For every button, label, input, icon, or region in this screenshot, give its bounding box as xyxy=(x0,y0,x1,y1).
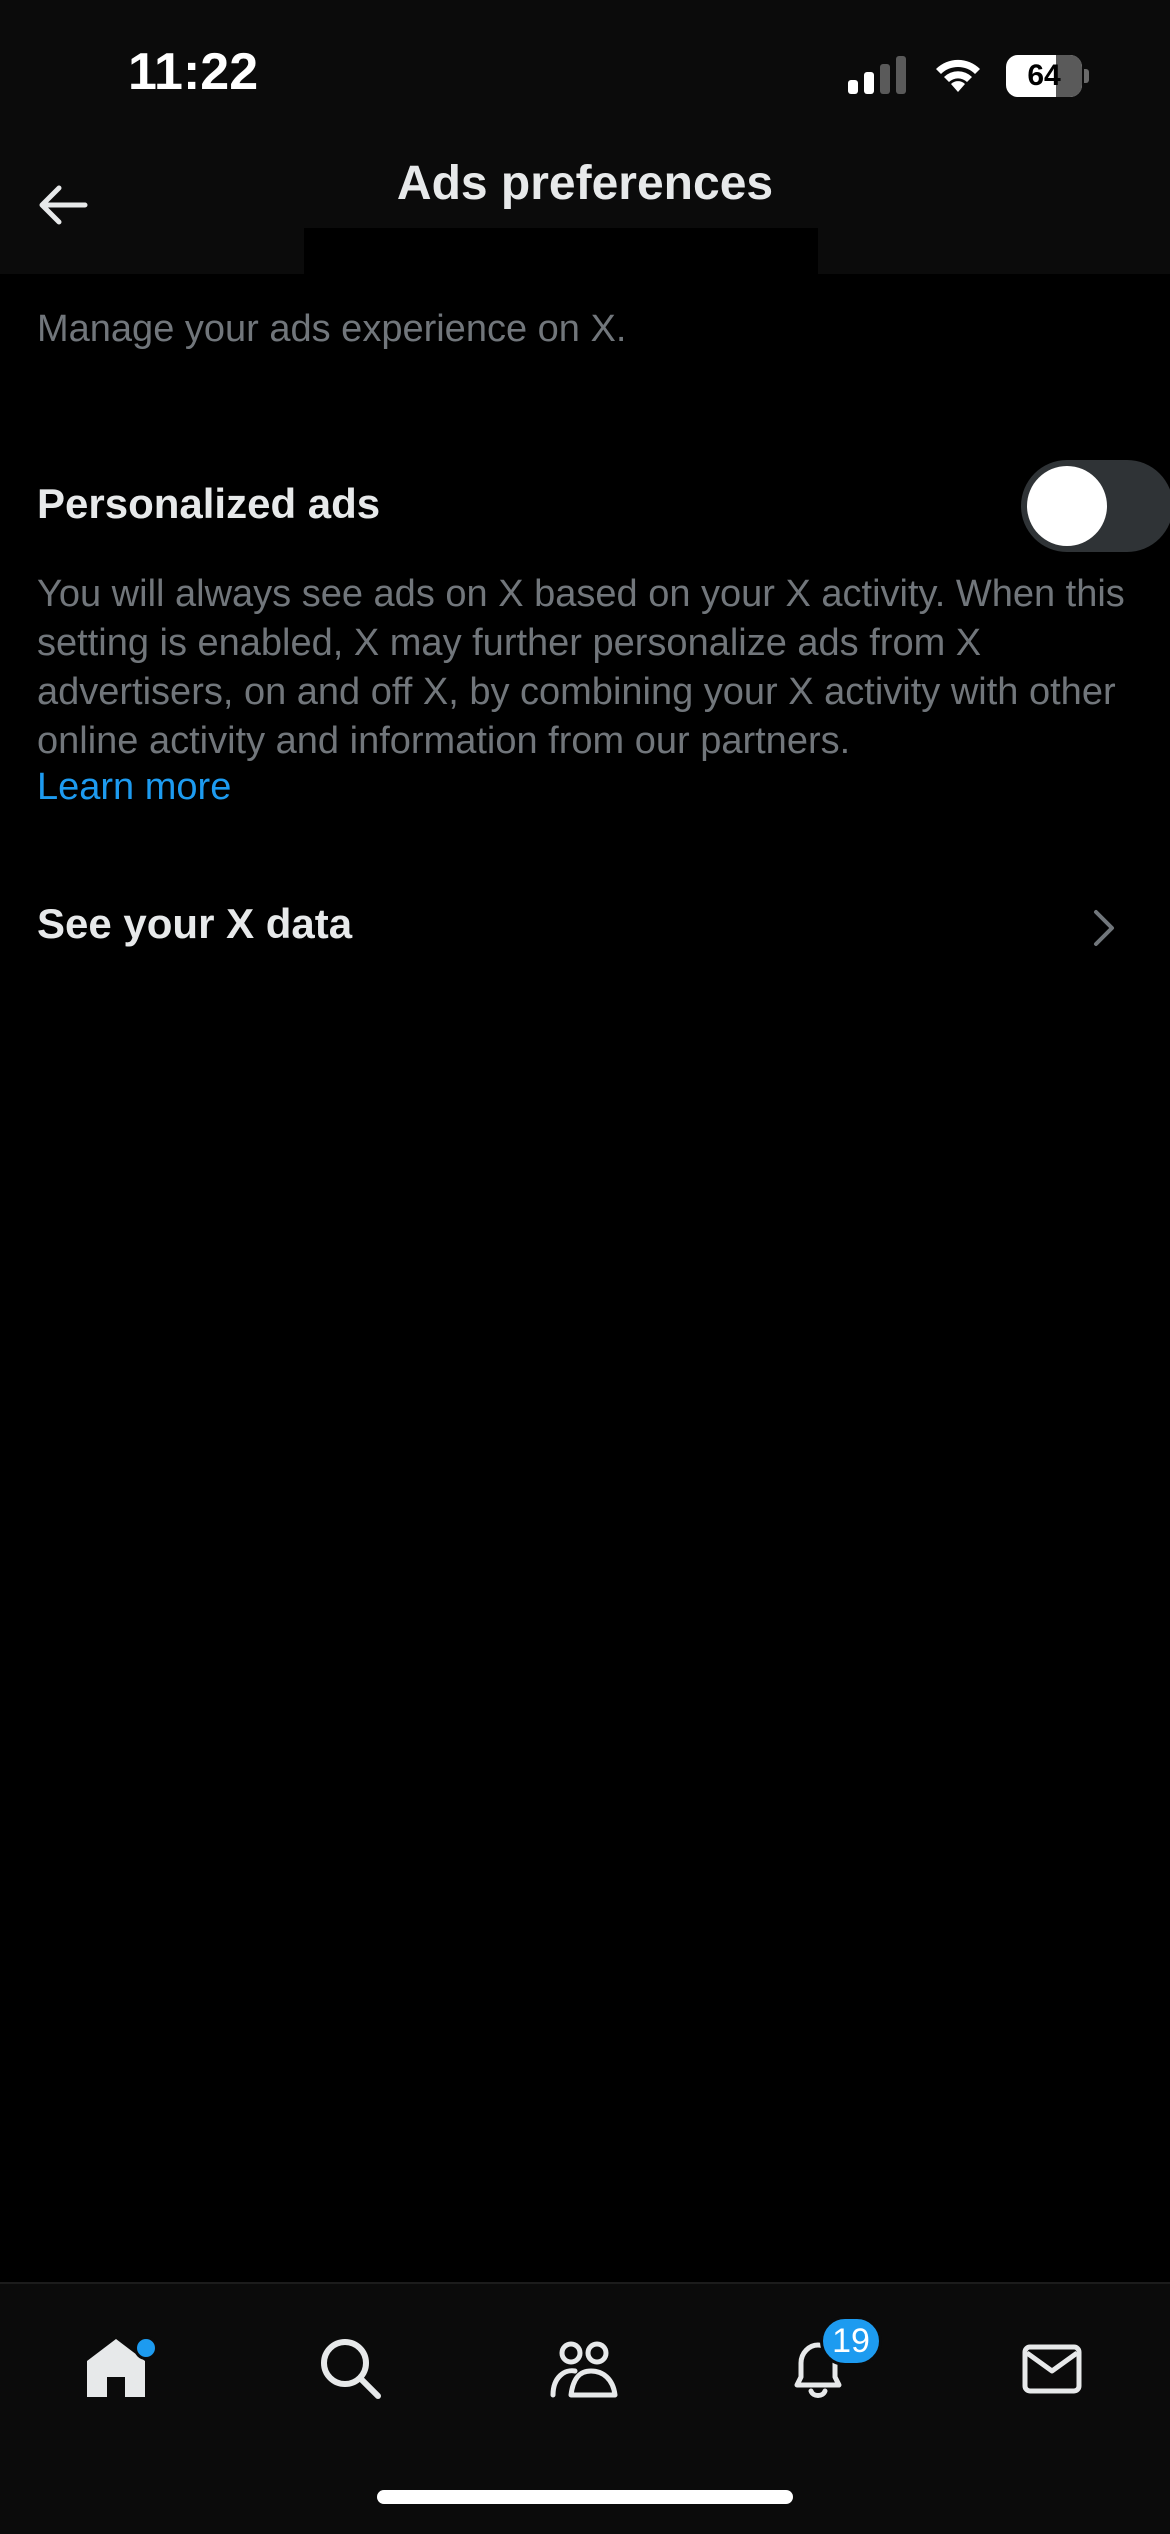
status-time: 11:22 xyxy=(128,43,259,101)
see-your-data-row[interactable]: See your X data xyxy=(0,880,1170,976)
envelope-icon xyxy=(1022,2344,1082,2394)
communities-icon xyxy=(550,2341,618,2398)
header-divider xyxy=(304,228,818,274)
tab-home[interactable] xyxy=(56,2318,176,2418)
battery-icon: 64 xyxy=(1006,55,1082,97)
status-icons: 64 xyxy=(848,52,1090,100)
personalized-ads-toggle[interactable] xyxy=(1021,460,1170,552)
search-icon xyxy=(321,2339,381,2399)
home-new-dot xyxy=(134,2336,158,2360)
battery-level: 64 xyxy=(1027,59,1061,92)
tab-communities[interactable] xyxy=(524,2318,644,2418)
personalized-ads-row: Personalized ads xyxy=(37,460,1170,552)
page-title: Ads preferences xyxy=(396,157,774,210)
battery-indicator: 64 xyxy=(1006,55,1090,97)
toggle-knob xyxy=(1027,466,1107,546)
home-indicator[interactable] xyxy=(377,2490,793,2504)
tab-search[interactable] xyxy=(290,2318,410,2418)
see-your-data-label: See your X data xyxy=(37,900,353,947)
tab-notifications[interactable]: 19 xyxy=(758,2316,882,2418)
wifi-icon xyxy=(936,59,980,92)
notifications-badge: 19 xyxy=(820,2316,882,2366)
chevron-right-icon xyxy=(1094,910,1114,946)
tab-messages[interactable] xyxy=(992,2318,1112,2418)
personalized-ads-description: You will always see ads on X based on yo… xyxy=(37,573,1125,762)
page-subtitle: Manage your ads experience on X. xyxy=(37,308,627,350)
learn-more-link[interactable]: Learn more xyxy=(37,766,231,809)
personalized-ads-label: Personalized ads xyxy=(37,480,381,527)
cellular-signal-icon xyxy=(848,56,906,94)
